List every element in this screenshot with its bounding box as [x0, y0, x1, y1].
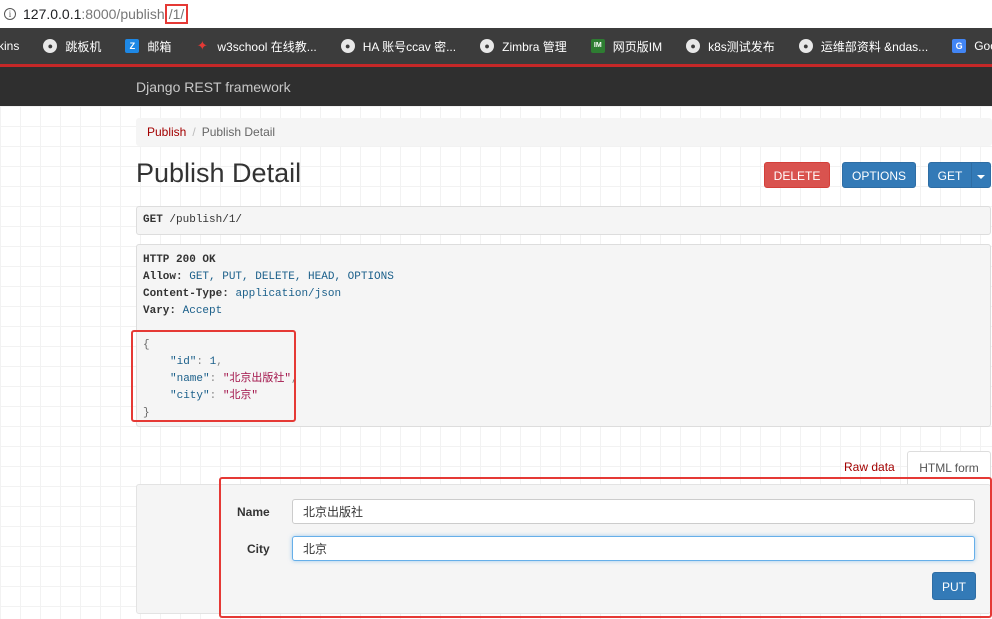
- url-host: 127.0.0.1: [23, 6, 82, 22]
- breadcrumb: Publish / Publish Detail: [136, 118, 992, 146]
- address-bar[interactable]: i 127.0.0.1:8000/publish/1/: [0, 0, 992, 28]
- bookmark-item[interactable]: ● 运维部资料 &ndas...: [798, 38, 929, 55]
- im-icon: IM: [590, 39, 605, 53]
- header-value: application/json: [235, 288, 342, 300]
- top-navbar: Django REST framework: [0, 67, 992, 106]
- breadcrumb-link-publish[interactable]: Publish: [147, 125, 186, 139]
- delete-button[interactable]: DELETE: [764, 162, 830, 188]
- response-header: Allow: GET, PUT, DELETE, HEAD, OPTIONS: [143, 269, 984, 286]
- bookmark-item[interactable]: ✦ w3school 在线教...: [195, 38, 317, 55]
- bookmark-label: Zimbra 管理: [502, 39, 567, 54]
- breadcrumb-separator: /: [192, 125, 196, 139]
- bookmark-item[interactable]: ● k8s测试发布: [686, 38, 775, 55]
- response-status: HTTP 200 OK: [143, 254, 216, 266]
- request-method: GET: [143, 214, 163, 226]
- bookmark-label: k8s测试发布: [708, 39, 775, 54]
- tab-raw-data[interactable]: Raw data: [844, 460, 895, 474]
- header-name: Content-Type:: [143, 288, 229, 300]
- bookmark-label: kins: [0, 39, 20, 53]
- url-highlight: /1/: [164, 4, 189, 24]
- bookmark-label: 跳板机: [65, 39, 102, 54]
- bookmark-label: 网页版IM: [612, 39, 663, 54]
- breadcrumb-current: Publish Detail: [201, 125, 276, 139]
- caret-down-icon: [977, 174, 985, 179]
- bookmarks-bar: kins ● 跳板机 Z 邮箱 ✦ w3school 在线教... ● HA 账号cca…: [0, 28, 992, 64]
- header-name: Vary:: [143, 305, 177, 317]
- header-value: Accept: [182, 305, 223, 317]
- request-info: GET /publish/1/: [136, 206, 991, 235]
- bookmark-item[interactable]: ● Zimbra 管理: [480, 38, 567, 55]
- options-button[interactable]: OPTIONS: [842, 162, 916, 188]
- bookmark-label: 邮箱: [147, 39, 172, 54]
- response-header: Content-Type: application/json: [143, 286, 984, 303]
- header-name: Allow:: [143, 271, 183, 283]
- get-button[interactable]: GET: [928, 162, 972, 188]
- bookmark-label: w3school 在线教...: [217, 39, 317, 54]
- bookmark-item[interactable]: ● 跳板机: [43, 38, 101, 55]
- bookmark-label: 运维部资料 &ndas...: [820, 39, 929, 54]
- response-header: Vary: Accept: [143, 303, 984, 320]
- form-highlight-box: [219, 477, 992, 618]
- bookmark-label: Goo: [974, 39, 992, 53]
- globe-icon: ●: [686, 39, 701, 53]
- json-highlight-box: [131, 330, 296, 422]
- globe-icon: ●: [798, 39, 813, 53]
- bookmark-label: HA 账号ccav 密...: [362, 39, 457, 54]
- bookmark-item[interactable]: G Goo: [952, 39, 992, 53]
- globe-icon: ●: [480, 39, 495, 53]
- page-title: Publish Detail: [136, 158, 302, 188]
- bookmark-item[interactable]: Z 邮箱: [125, 38, 171, 55]
- w3school-icon: ✦: [196, 38, 208, 53]
- header-value: GET, PUT, DELETE, HEAD, OPTIONS: [189, 271, 394, 283]
- globe-icon: ●: [43, 39, 58, 53]
- navbar-brand[interactable]: Django REST framework: [136, 79, 291, 95]
- zimbra-z-icon: Z: [125, 39, 140, 53]
- request-path: /publish/1/: [169, 214, 243, 226]
- bookmark-item[interactable]: kins: [0, 39, 19, 53]
- bookmark-item[interactable]: IM 网页版IM: [590, 38, 663, 55]
- google-icon: G: [952, 39, 967, 53]
- url-path: :8000/publish: [81, 6, 165, 22]
- url-text[interactable]: 127.0.0.1:8000/publish/1/: [23, 4, 189, 24]
- globe-icon: ●: [340, 39, 355, 53]
- bookmark-item[interactable]: ● HA 账号ccav 密...: [340, 38, 457, 55]
- get-format-dropdown[interactable]: [971, 162, 991, 188]
- info-icon[interactable]: i: [4, 8, 16, 20]
